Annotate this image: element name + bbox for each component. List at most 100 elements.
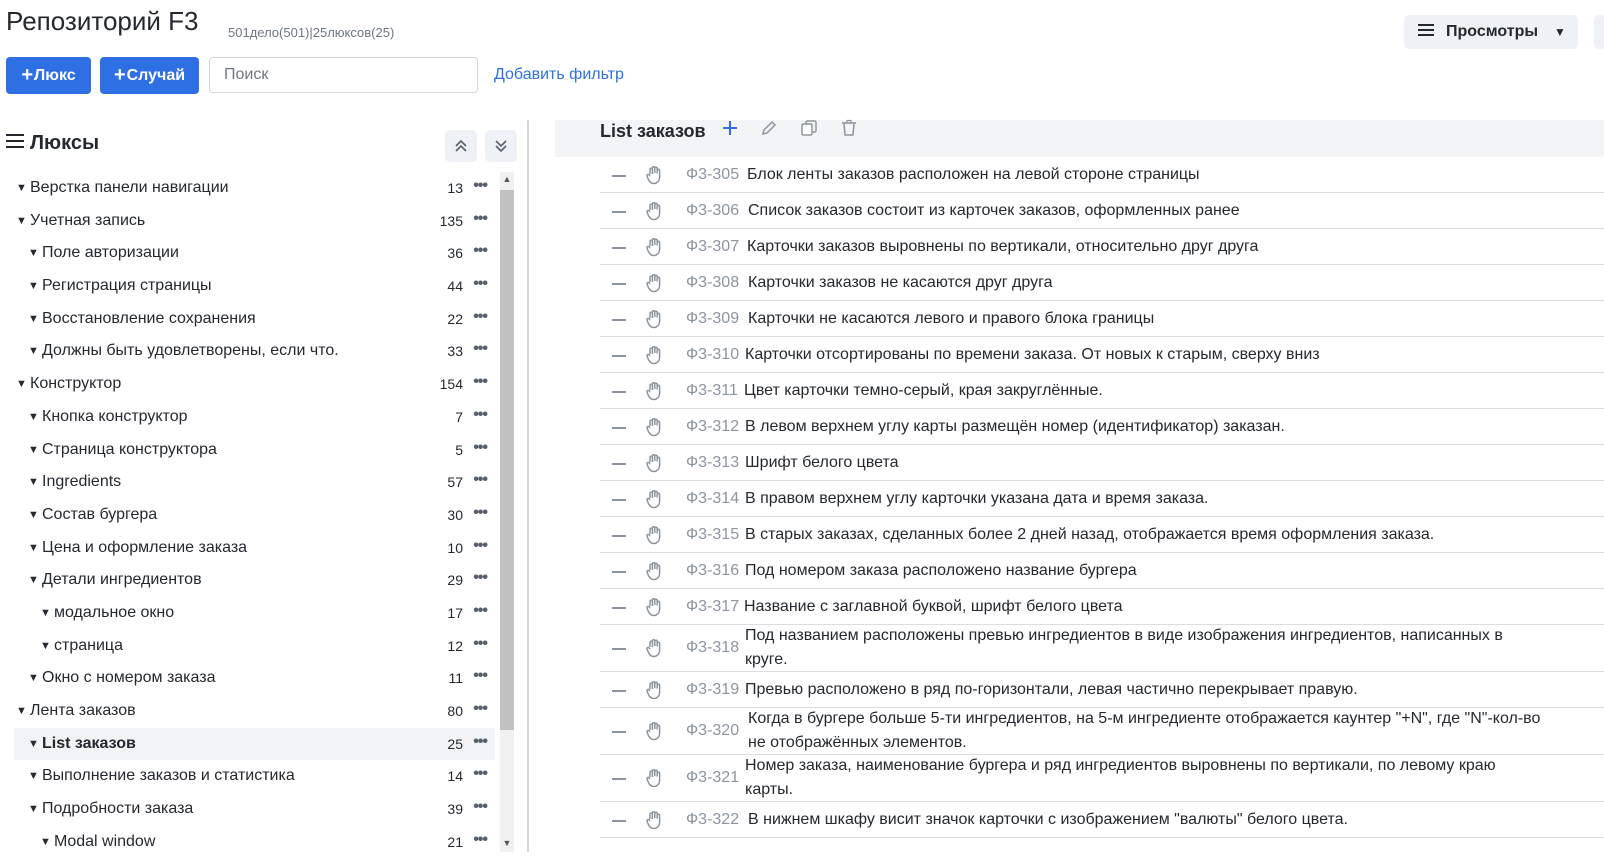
case-row[interactable]: Ф3-310 Карточки отсортированы по времени … bbox=[600, 337, 1604, 373]
case-row[interactable]: Ф3-312 В левом верхнем углу карты размещё… bbox=[600, 409, 1604, 445]
sidebar-item[interactable]: ▼ Цена и оформление заказа 10 ••• bbox=[14, 532, 495, 565]
chevron-down-icon[interactable]: ▼ bbox=[28, 738, 39, 750]
more-icon[interactable]: ••• bbox=[473, 471, 488, 489]
more-icon[interactable]: ••• bbox=[473, 308, 488, 326]
more-icon[interactable]: ••• bbox=[473, 569, 488, 587]
sidebar-item[interactable]: ▼ Страница конструктора 5 ••• bbox=[14, 434, 495, 467]
chevron-down-icon[interactable]: ▼ bbox=[28, 672, 39, 684]
chevron-down-icon[interactable]: ▼ bbox=[28, 444, 39, 456]
chevron-down-icon[interactable]: ▼ bbox=[28, 770, 39, 782]
more-icon[interactable]: ••• bbox=[473, 831, 488, 849]
more-icon[interactable]: ••• bbox=[473, 439, 488, 457]
more-icon[interactable]: ••• bbox=[473, 340, 488, 358]
sidebar-item[interactable]: ▼ Должны быть удовлетворены, если что. 33 •… bbox=[14, 335, 495, 368]
case-title[interactable]: Список заказов состоит из карточек заказ… bbox=[748, 199, 1240, 223]
sidebar-scroll-thumb[interactable] bbox=[500, 190, 514, 730]
case-title[interactable]: В правом верхнем углу карточки указана д… bbox=[745, 487, 1208, 511]
chevron-down-icon[interactable]: ▼ bbox=[16, 705, 27, 717]
scroll-down-arrow[interactable]: ▼ bbox=[500, 838, 514, 848]
case-title[interactable]: Под названием расположены превью ингреди… bbox=[745, 624, 1545, 672]
case-id[interactable]: Ф3-310 bbox=[686, 346, 739, 364]
sidebar-item[interactable]: ▼ Регистрация страницы 44 ••• bbox=[14, 270, 495, 303]
case-id[interactable]: Ф3-320 bbox=[686, 722, 739, 740]
more-icon[interactable]: ••• bbox=[473, 635, 488, 653]
case-title[interactable]: Номер заказа, наименование бургера и ряд… bbox=[745, 754, 1545, 802]
case-row[interactable]: Ф3-315 В старых заказах, сделанных более … bbox=[600, 517, 1604, 553]
add-case-button[interactable]: + Случай bbox=[100, 57, 199, 94]
copy-section-button[interactable] bbox=[800, 119, 818, 142]
case-row[interactable]: Ф3-322 В нижнем шкафу висит значок карточ… bbox=[600, 802, 1604, 838]
case-row[interactable]: Ф3-309 Карточки не касаются левого и прав… bbox=[600, 301, 1604, 337]
case-row[interactable]: Ф3-320 Когда в бургере больше 5-ти ингред… bbox=[600, 708, 1604, 755]
sidebar-item[interactable]: ▼ Учетная запись 135 ••• bbox=[14, 205, 495, 238]
case-row[interactable]: Ф3-306 Список заказов состоит из карточек… bbox=[600, 193, 1604, 229]
more-icon[interactable]: ••• bbox=[473, 700, 488, 718]
case-title[interactable]: Цвет карточки темно-серый, края закруглё… bbox=[744, 379, 1103, 403]
chevron-down-icon[interactable]: ▼ bbox=[28, 542, 39, 554]
case-title[interactable]: В старых заказах, сделанных более 2 дней… bbox=[745, 523, 1434, 547]
case-title[interactable]: Название с заглавной буквой, шрифт белог… bbox=[744, 595, 1123, 619]
case-row[interactable]: Ф3-316 Под номером заказа расположено наз… bbox=[600, 553, 1604, 589]
case-row[interactable]: Ф3-313 Шрифт белого цвета bbox=[600, 445, 1604, 481]
case-row[interactable]: Ф3-321 Номер заказа, наименование бургера… bbox=[600, 755, 1604, 802]
case-title[interactable]: Карточки заказов выровнены по вертикали,… bbox=[747, 235, 1258, 259]
panel-divider[interactable] bbox=[527, 120, 529, 852]
case-id[interactable]: Ф3-322 bbox=[686, 811, 739, 829]
more-icon[interactable]: ••• bbox=[473, 210, 488, 228]
sidebar-item[interactable]: ▼ Конструктор 154 ••• bbox=[14, 368, 495, 401]
sidebar-item[interactable]: ▼ Modal window 21 ••• bbox=[14, 826, 495, 858]
case-row[interactable]: Ф3-319 Превью расположено в ряд по-горизо… bbox=[600, 672, 1604, 708]
case-id[interactable]: Ф3-319 bbox=[686, 681, 739, 699]
sidebar-item[interactable]: ▼ Восстановление сохранения 22 ••• bbox=[14, 303, 495, 336]
case-id[interactable]: Ф3-315 bbox=[686, 526, 739, 544]
collapse-all-button[interactable] bbox=[445, 130, 477, 162]
sidebar-item[interactable]: ▼ Детали ингредиентов 29 ••• bbox=[14, 564, 495, 597]
case-row[interactable]: Ф3-311 Цвет карточки темно-серый, края за… bbox=[600, 373, 1604, 409]
sidebar-item[interactable]: ▼ Выполнение заказов и статистика 14 ••• bbox=[14, 760, 495, 793]
sidebar-item[interactable]: ▼ Кнопка конструктор 7 ••• bbox=[14, 401, 495, 434]
chevron-down-icon[interactable]: ▼ bbox=[16, 182, 27, 194]
delete-section-button[interactable] bbox=[840, 119, 858, 142]
chevron-down-icon[interactable]: ▼ bbox=[28, 247, 39, 259]
sidebar-item[interactable]: ▼ List заказов 25 ••• bbox=[14, 727, 495, 761]
chevron-down-icon[interactable]: ▼ bbox=[28, 345, 39, 357]
sidebar-item[interactable]: ▼ Ingredients 57 ••• bbox=[14, 466, 495, 499]
sidebar-item[interactable]: ▼ Состав бургера 30 ••• bbox=[14, 499, 495, 532]
case-row[interactable]: Ф3-307 Карточки заказов выровнены по верт… bbox=[600, 229, 1604, 265]
chevron-down-icon[interactable]: ▼ bbox=[28, 411, 39, 423]
views-button[interactable]: Просмотры ▼ bbox=[1404, 15, 1578, 49]
case-row[interactable]: Ф3-317 Название с заглавной буквой, шрифт… bbox=[600, 589, 1604, 625]
chevron-down-icon[interactable]: ▼ bbox=[40, 640, 51, 652]
chevron-down-icon[interactable]: ▼ bbox=[28, 574, 39, 586]
more-icon[interactable]: ••• bbox=[473, 733, 488, 751]
add-case-in-section-button[interactable] bbox=[721, 117, 739, 144]
case-id[interactable]: Ф3-313 bbox=[686, 454, 739, 472]
case-title[interactable]: В левом верхнем углу карты размещён номе… bbox=[745, 415, 1285, 439]
case-title[interactable]: Превью расположено в ряд по-горизонтали,… bbox=[745, 678, 1358, 702]
case-title[interactable]: Когда в бургере больше 5-ти ингредиентов… bbox=[748, 707, 1548, 755]
sidebar-item[interactable]: ▼ Поле авторизации 36 ••• bbox=[14, 237, 495, 270]
more-icon[interactable]: ••• bbox=[473, 406, 488, 424]
chevron-down-icon[interactable]: ▼ bbox=[28, 509, 39, 521]
case-id[interactable]: Ф3-316 bbox=[686, 562, 739, 580]
case-id[interactable]: Ф3-318 bbox=[686, 639, 739, 657]
case-title[interactable]: Карточки не касаются левого и правого бл… bbox=[748, 307, 1154, 331]
case-title[interactable]: Шрифт белого цвета bbox=[745, 451, 899, 475]
more-icon[interactable]: ••• bbox=[473, 765, 488, 783]
scroll-up-arrow[interactable]: ▲ bbox=[500, 174, 514, 184]
edit-section-button[interactable] bbox=[760, 119, 778, 142]
chevron-down-icon[interactable]: ▼ bbox=[28, 280, 39, 292]
secondary-button-edge[interactable] bbox=[1594, 15, 1604, 49]
add-filter-link[interactable]: Добавить фильтр bbox=[494, 66, 624, 84]
more-icon[interactable]: ••• bbox=[473, 373, 488, 391]
more-icon[interactable]: ••• bbox=[473, 667, 488, 685]
case-title[interactable]: В нижнем шкафу висит значок карточки с и… bbox=[748, 808, 1348, 832]
chevron-down-icon[interactable]: ▼ bbox=[40, 836, 51, 848]
sidebar-item[interactable]: ▼ модальное окно 17 ••• bbox=[14, 597, 495, 630]
case-title[interactable]: Карточки заказов не касаются друг друга bbox=[748, 271, 1053, 295]
sidebar-item[interactable]: ▼ Окно с номером заказа 11 ••• bbox=[14, 662, 495, 695]
chevron-down-icon[interactable]: ▼ bbox=[16, 215, 27, 227]
chevron-down-icon[interactable]: ▼ bbox=[16, 378, 27, 390]
more-icon[interactable]: ••• bbox=[473, 798, 488, 816]
case-id[interactable]: Ф3-321 bbox=[686, 769, 739, 787]
